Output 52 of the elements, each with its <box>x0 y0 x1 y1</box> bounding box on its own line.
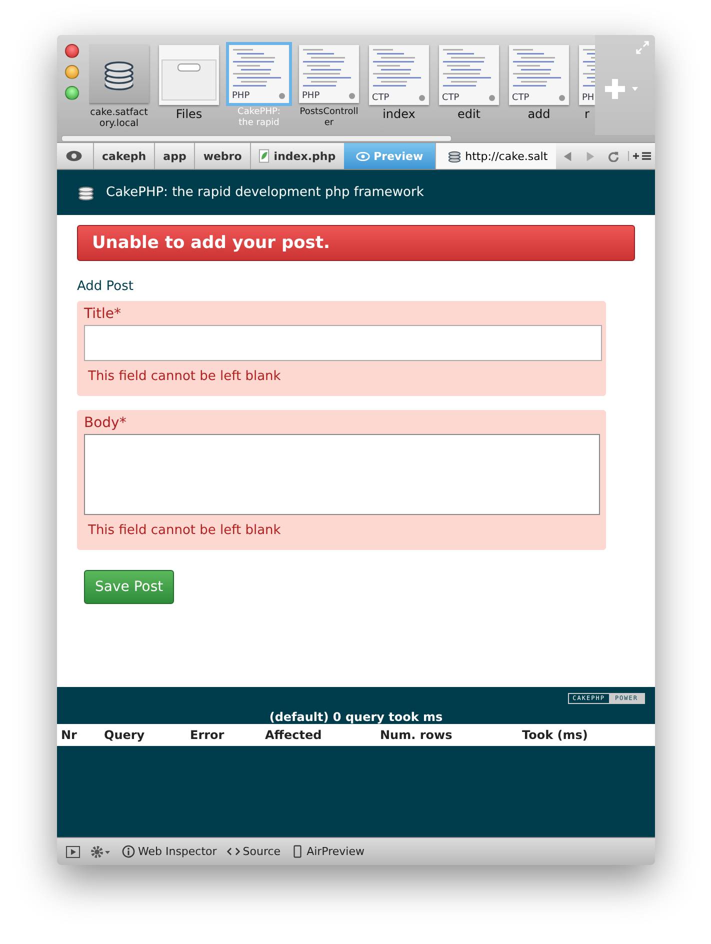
field-label: Body* <box>84 415 128 431</box>
column-header: Nr <box>61 728 78 742</box>
status-dot-icon <box>419 95 425 101</box>
scrollbar[interactable] <box>61 135 452 142</box>
eye-icon <box>356 152 370 160</box>
path-crumb[interactable]: cakeph <box>93 143 154 169</box>
error-message: Unable to add your post. <box>77 225 635 261</box>
column-header: Took (ms) <box>522 728 589 742</box>
path-crumb[interactable]: app <box>154 143 194 169</box>
status-dot-icon <box>489 95 495 101</box>
column-header: Query <box>104 728 146 742</box>
code-icon <box>226 845 240 858</box>
error-text: This field cannot be left blank <box>88 523 282 538</box>
phone-icon <box>290 845 304 858</box>
title-input[interactable] <box>84 325 602 361</box>
toolbar-button[interactable]: Source <box>226 845 281 858</box>
settings-icon[interactable] <box>90 844 112 858</box>
file-type-label: CTP <box>512 93 530 103</box>
status-dot-icon <box>559 95 565 101</box>
site-title: CakePHP: the rapid development php framework <box>106 185 424 200</box>
file-type-label: CTP <box>442 93 460 103</box>
close-button[interactable] <box>65 44 79 58</box>
column-header: Affected <box>265 728 323 742</box>
form-title: Add Post <box>77 279 135 294</box>
info-icon <box>122 845 135 858</box>
path-crumb[interactable]: webro <box>194 143 250 169</box>
file-type-label: PHP <box>302 91 320 101</box>
cake-icon <box>78 184 94 200</box>
forward-icon[interactable] <box>585 150 596 162</box>
back-icon[interactable] <box>562 150 574 162</box>
status-dot-icon <box>279 93 285 99</box>
file-type-label: PHP <box>232 91 250 101</box>
file-type-label: PH <box>582 93 594 103</box>
zoom-button[interactable] <box>65 86 79 100</box>
path-crumb[interactable]: index.php <box>250 143 344 169</box>
file-type-label: CTP <box>372 93 390 103</box>
toolbar-button[interactable]: Web Inspector <box>122 845 217 858</box>
eye-icon[interactable] <box>65 150 83 162</box>
body-textarea[interactable] <box>84 434 600 515</box>
minimize-button[interactable] <box>65 65 79 79</box>
reload-icon[interactable] <box>608 150 620 162</box>
toolbar-button[interactable]: AirPreview <box>290 845 364 858</box>
field-label: Title* <box>84 306 122 322</box>
file-icon <box>258 149 269 163</box>
play-icon[interactable] <box>66 846 80 858</box>
url-field[interactable]: http://cake.salt <box>435 143 556 169</box>
error-text: This field cannot be left blank <box>88 369 282 384</box>
cake-icon <box>448 150 462 162</box>
column-header: Error <box>190 728 226 742</box>
column-header: Num. rows <box>380 728 454 742</box>
sql-caption: (default) 0 query took ms <box>268 710 444 724</box>
status-dot-icon <box>349 93 355 99</box>
